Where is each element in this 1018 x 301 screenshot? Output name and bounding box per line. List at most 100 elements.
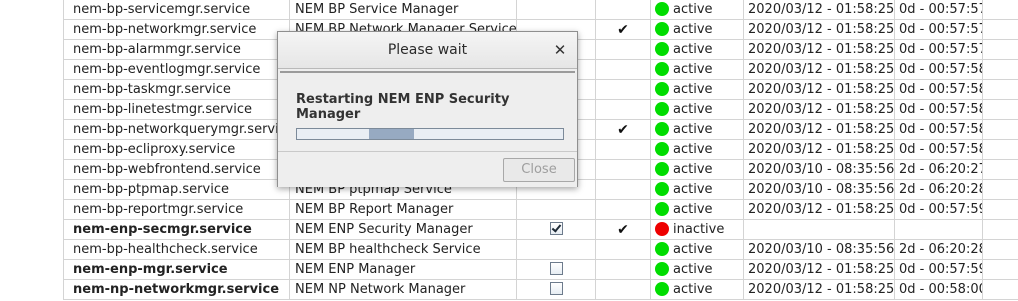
state-cell: active xyxy=(651,80,744,100)
uptime-cell: 0d - 00:58:00 xyxy=(895,280,983,300)
enabled-cell xyxy=(517,280,596,300)
check-cell xyxy=(596,60,651,80)
status-dot-icon xyxy=(655,62,669,76)
state-label: active xyxy=(673,82,713,97)
service-name-cell: nem-bp-ptpmap.service xyxy=(64,180,290,200)
table-row[interactable]: nem-bp-healthcheck.service NEM BP healthc… xyxy=(0,240,1018,260)
extra-cell xyxy=(983,80,1018,100)
state-cell: active xyxy=(651,160,744,180)
enabled-checkbox[interactable] xyxy=(549,222,563,235)
extra-cell xyxy=(983,100,1018,120)
state-cell: active xyxy=(651,120,744,140)
state-cell: active xyxy=(651,20,744,40)
status-dot-icon xyxy=(655,22,669,36)
enabled-checkbox[interactable] xyxy=(549,282,563,295)
dialog-body: Restarting NEM ENP Security Manager xyxy=(280,71,575,153)
state-label: active xyxy=(673,122,713,137)
start-date-cell: 2020/03/12 - 01:58:25 xyxy=(744,280,895,300)
start-date-cell: 2020/03/12 - 01:58:25 xyxy=(744,120,895,140)
row-gutter xyxy=(0,0,64,20)
status-dot-icon xyxy=(655,262,669,276)
description-cell: NEM BP healthcheck Service xyxy=(290,240,517,260)
extra-cell xyxy=(983,280,1018,300)
table-row[interactable]: nem-enp-mgr.service NEM ENP Manager active… xyxy=(0,260,1018,280)
uptime-cell: 0d - 00:57:58 xyxy=(895,60,983,80)
enabled-cell xyxy=(517,0,596,20)
row-gutter xyxy=(0,260,64,280)
state-label: active xyxy=(673,182,713,197)
check-cell xyxy=(596,240,651,260)
check-cell xyxy=(596,80,651,100)
state-label: active xyxy=(673,62,713,77)
state-cell: active xyxy=(651,240,744,260)
state-cell: active xyxy=(651,60,744,80)
table-row[interactable]: nem-bp-reportmgr.service NEM BP Report Ma… xyxy=(0,200,1018,220)
start-date-cell: 2020/03/12 - 01:58:25 xyxy=(744,260,895,280)
status-dot-icon xyxy=(655,222,669,236)
enabled-cell xyxy=(517,260,596,280)
row-gutter xyxy=(0,20,64,40)
start-date-cell: 2020/03/12 - 01:58:25 xyxy=(744,40,895,60)
dialog-footer: Close xyxy=(278,151,577,187)
state-label: active xyxy=(673,162,713,177)
status-dot-icon xyxy=(655,102,669,116)
uptime-cell: 0d - 00:57:58 xyxy=(895,140,983,160)
check-cell: ✔ xyxy=(596,120,651,140)
state-cell: active xyxy=(651,280,744,300)
extra-cell xyxy=(983,60,1018,80)
description-cell: NEM ENP Manager xyxy=(290,260,517,280)
extra-cell xyxy=(983,200,1018,220)
service-name-cell: nem-bp-webfrontend.service xyxy=(64,160,290,180)
enabled-cell xyxy=(517,220,596,240)
close-button[interactable]: Close xyxy=(503,158,575,182)
table-row[interactable]: nem-enp-secmgr.service NEM ENP Security M… xyxy=(0,220,1018,240)
state-cell: active xyxy=(651,260,744,280)
start-date-cell: 2020/03/10 - 08:35:56 xyxy=(744,240,895,260)
row-gutter xyxy=(0,120,64,140)
description-cell: NEM ENP Security Manager xyxy=(290,220,517,240)
extra-cell xyxy=(983,220,1018,240)
status-dot-icon xyxy=(655,162,669,176)
extra-cell xyxy=(983,240,1018,260)
service-name-cell: nem-bp-healthcheck.service xyxy=(64,240,290,260)
status-dot-icon xyxy=(655,142,669,156)
row-gutter xyxy=(0,280,64,300)
check-cell: ✔ xyxy=(596,220,651,240)
check-mark-icon: ✔ xyxy=(617,22,629,38)
enabled-checkbox[interactable] xyxy=(549,262,563,275)
service-name-cell: nem-np-networkmgr.service xyxy=(64,280,290,300)
description-cell: NEM BP Service Manager xyxy=(290,0,517,20)
progress-indicator xyxy=(368,129,415,139)
extra-cell xyxy=(983,0,1018,20)
start-date-cell: 2020/03/12 - 01:58:25 xyxy=(744,200,895,220)
status-dot-icon xyxy=(655,122,669,136)
check-cell xyxy=(596,260,651,280)
enabled-cell xyxy=(517,200,596,220)
extra-cell xyxy=(983,140,1018,160)
row-gutter xyxy=(0,40,64,60)
extra-cell xyxy=(983,180,1018,200)
state-label: active xyxy=(673,42,713,57)
uptime-cell: 0d - 00:57:58 xyxy=(895,80,983,100)
state-label: inactive xyxy=(673,222,725,237)
check-mark-icon: ✔ xyxy=(617,222,629,238)
uptime-cell: 0d - 00:57:57 xyxy=(895,0,983,20)
please-wait-dialog: Please wait ✕ Restarting NEM ENP Securit… xyxy=(277,31,578,187)
table-row[interactable]: nem-np-networkmgr.service NEM NP Network … xyxy=(0,280,1018,300)
state-label: active xyxy=(673,22,713,37)
status-dot-icon xyxy=(655,202,669,216)
start-date-cell: 2020/03/10 - 08:35:56 xyxy=(744,180,895,200)
dialog-title: Please wait xyxy=(387,42,468,58)
state-cell: inactive xyxy=(651,220,744,240)
status-dot-icon xyxy=(655,82,669,96)
state-cell: active xyxy=(651,200,744,220)
table-row[interactable]: nem-bp-servicemgr.service NEM BP Service … xyxy=(0,0,1018,20)
state-label: active xyxy=(673,262,713,277)
status-dot-icon xyxy=(655,42,669,56)
close-icon[interactable]: ✕ xyxy=(551,41,569,59)
service-name-cell: nem-bp-ecliproxy.service xyxy=(64,140,290,160)
extra-cell xyxy=(983,120,1018,140)
dialog-titlebar[interactable]: Please wait ✕ xyxy=(278,32,577,69)
uptime-cell: 2d - 06:20:28 xyxy=(895,180,983,200)
check-cell xyxy=(596,200,651,220)
